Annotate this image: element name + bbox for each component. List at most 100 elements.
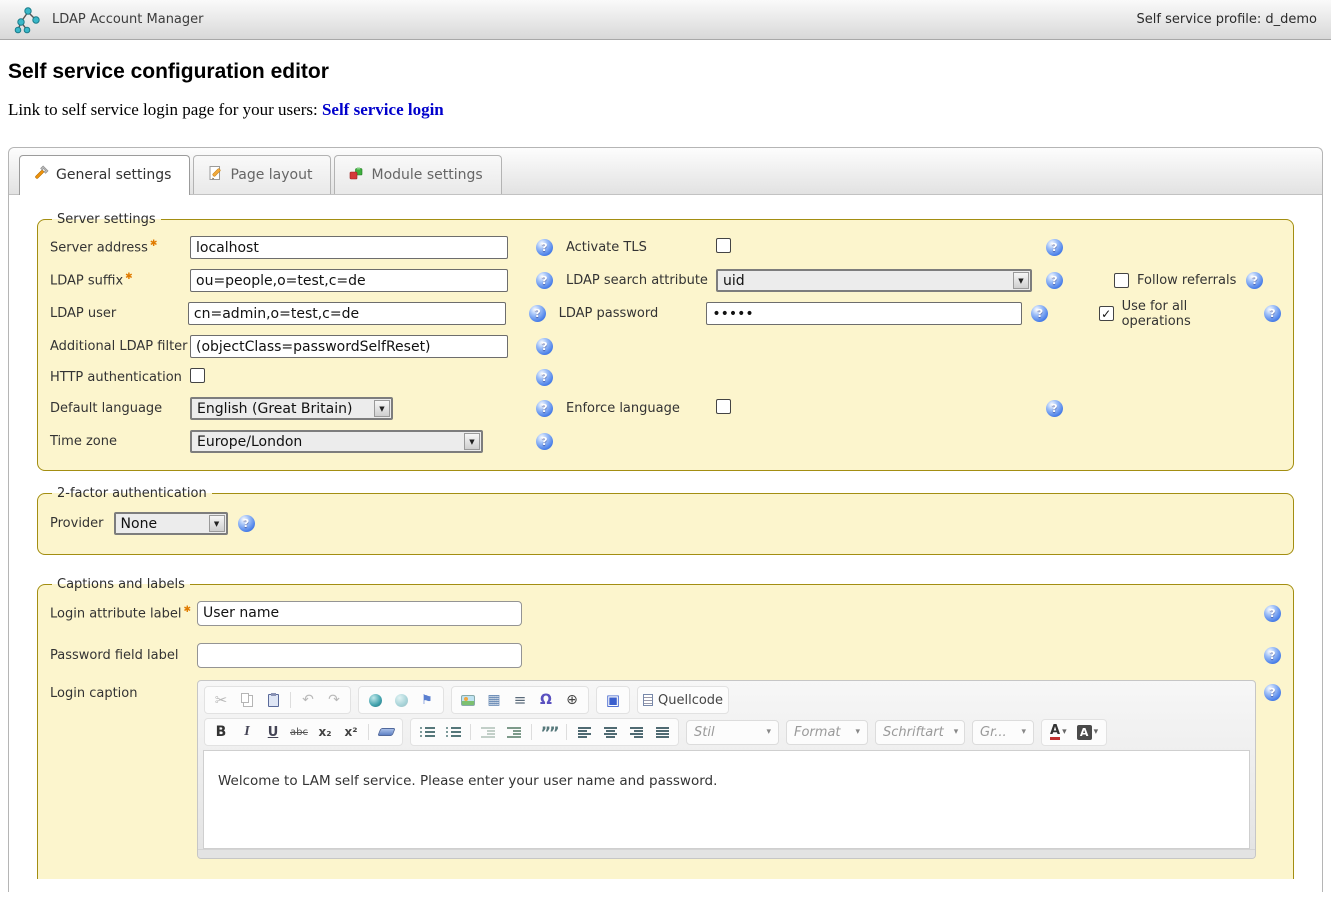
size-dropdown[interactable]: Gr...▾ <box>972 720 1034 745</box>
font-dropdown[interactable]: Schriftart▾ <box>875 720 965 745</box>
form-row: Login caption ✂ ↶ ↷ <box>50 680 1281 859</box>
tab-general-settings[interactable]: General settings <box>19 155 190 195</box>
anchor-icon[interactable]: ⚑ <box>416 690 438 710</box>
provider-select[interactable]: None▼ <box>114 512 228 535</box>
help-icon[interactable]: ? <box>536 239 553 256</box>
http-authentication-checkbox[interactable] <box>190 368 205 383</box>
activate-tls-checkbox[interactable] <box>716 238 731 253</box>
help-icon[interactable]: ? <box>1264 647 1281 664</box>
chevron-down-icon: ▾ <box>855 727 860 737</box>
editor-content-area[interactable]: Welcome to LAM self service. Please ente… <box>203 750 1250 849</box>
modules-icon <box>348 165 364 185</box>
form-row: Provider None▼ ? <box>50 505 1281 542</box>
strikethrough-icon[interactable]: abc <box>288 722 310 742</box>
copy-icon[interactable] <box>236 690 258 710</box>
help-icon[interactable]: ? <box>1264 684 1281 701</box>
decrease-indent-icon[interactable] <box>477 722 499 742</box>
editor-text: Welcome to LAM self service. Please ente… <box>218 773 717 789</box>
help-icon[interactable]: ? <box>1031 305 1048 322</box>
image-icon[interactable] <box>457 690 479 710</box>
use-for-all-operations-label: Use for all operations <box>1122 299 1258 329</box>
special-character-icon[interactable]: Ω <box>535 690 557 710</box>
underline-icon[interactable]: U <box>262 722 284 742</box>
help-icon[interactable]: ? <box>1046 272 1063 289</box>
chevron-down-icon: ▾ <box>954 727 959 737</box>
login-attribute-input[interactable] <box>197 601 522 626</box>
remove-format-icon[interactable] <box>375 722 397 742</box>
provider-label: Provider <box>50 516 104 531</box>
maximize-icon[interactable]: ▣ <box>602 690 624 710</box>
numbered-list-icon[interactable] <box>416 722 438 742</box>
help-icon[interactable]: ? <box>1264 605 1281 622</box>
undo-icon[interactable]: ↶ <box>297 690 319 710</box>
style-dropdown[interactable]: Stil▾ <box>686 720 779 745</box>
tab-page-layout[interactable]: Page layout <box>193 155 331 194</box>
iframe-icon[interactable]: ⊕ <box>561 690 583 710</box>
enforce-language-label: Enforce language <box>566 401 716 416</box>
ldap-suffix-input[interactable] <box>190 269 508 292</box>
redo-icon[interactable]: ↷ <box>323 690 345 710</box>
bold-icon[interactable]: B <box>210 722 232 742</box>
time-zone-select[interactable]: Europe/London▼ <box>190 430 483 453</box>
ldap-user-input[interactable] <box>188 302 506 325</box>
form-row: LDAP user ? LDAP password ? Use for all … <box>50 297 1281 330</box>
paste-icon[interactable] <box>262 690 284 710</box>
source-button[interactable]: Quellcode <box>643 690 723 710</box>
form-row: Password field label ? <box>50 638 1281 672</box>
ldap-search-attribute-select[interactable]: uid▼ <box>716 269 1032 292</box>
lam-logo-icon <box>14 6 42 34</box>
editor-bottom-bar <box>198 849 1255 858</box>
increase-indent-icon[interactable] <box>503 722 525 742</box>
two-factor-legend: 2-factor authentication <box>52 486 212 501</box>
default-language-label: Default language <box>50 401 190 416</box>
self-service-login-link[interactable]: Self service login <box>322 100 444 119</box>
help-icon[interactable]: ? <box>536 338 553 355</box>
help-icon[interactable]: ? <box>536 272 553 289</box>
subscript-icon[interactable]: x₂ <box>314 722 336 742</box>
text-color-button[interactable]: A▾ <box>1047 723 1070 742</box>
table-icon[interactable]: ▦ <box>483 690 505 710</box>
tab-module-settings[interactable]: Module settings <box>334 155 501 194</box>
cut-icon[interactable]: ✂ <box>210 690 232 710</box>
align-left-icon[interactable] <box>573 722 595 742</box>
blockquote-icon[interactable]: ”” <box>538 722 560 742</box>
superscript-icon[interactable]: x² <box>340 722 362 742</box>
password-field-label-input[interactable] <box>197 643 522 668</box>
help-icon[interactable]: ? <box>1046 239 1063 256</box>
bulleted-list-icon[interactable] <box>442 722 464 742</box>
page-edit-icon <box>207 165 223 185</box>
link-icon[interactable] <box>364 690 386 710</box>
help-icon[interactable]: ? <box>1046 400 1063 417</box>
http-authentication-label: HTTP authentication <box>50 370 190 385</box>
ldap-password-label: LDAP password <box>559 306 707 321</box>
horizontal-rule-icon[interactable]: ≡ <box>509 690 531 710</box>
format-dropdown[interactable]: Format▾ <box>786 720 868 745</box>
help-icon[interactable]: ? <box>536 400 553 417</box>
activate-tls-label: Activate TLS <box>566 240 716 255</box>
server-address-input[interactable] <box>190 236 508 259</box>
use-for-all-operations-checkbox[interactable] <box>1099 306 1114 321</box>
align-justify-icon[interactable] <box>651 722 673 742</box>
help-icon[interactable]: ? <box>536 433 553 450</box>
default-language-select[interactable]: English (Great Britain)▼ <box>190 397 393 420</box>
tab-label: Page layout <box>230 167 312 183</box>
help-icon[interactable]: ? <box>1246 272 1263 289</box>
background-color-button[interactable]: A▾ <box>1074 723 1102 742</box>
ldap-password-input[interactable] <box>706 302 1022 325</box>
italic-icon[interactable]: I <box>236 722 258 742</box>
follow-referrals-checkbox[interactable] <box>1114 273 1129 288</box>
form-row: Default language English (Great Britain)… <box>50 392 1281 425</box>
help-icon[interactable]: ? <box>536 369 553 386</box>
align-right-icon[interactable] <box>625 722 647 742</box>
required-marker: ✱ <box>150 239 158 249</box>
help-icon[interactable]: ? <box>529 305 546 322</box>
additional-ldap-filter-input[interactable] <box>190 335 508 358</box>
time-zone-label: Time zone <box>50 434 190 449</box>
enforce-language-checkbox[interactable] <box>716 399 731 414</box>
form-row: Server address✱ ? Activate TLS ? <box>50 231 1281 264</box>
help-icon[interactable]: ? <box>238 515 255 532</box>
align-center-icon[interactable] <box>599 722 621 742</box>
help-icon[interactable]: ? <box>1264 305 1281 322</box>
tab-label: General settings <box>56 167 171 183</box>
unlink-icon[interactable] <box>390 690 412 710</box>
